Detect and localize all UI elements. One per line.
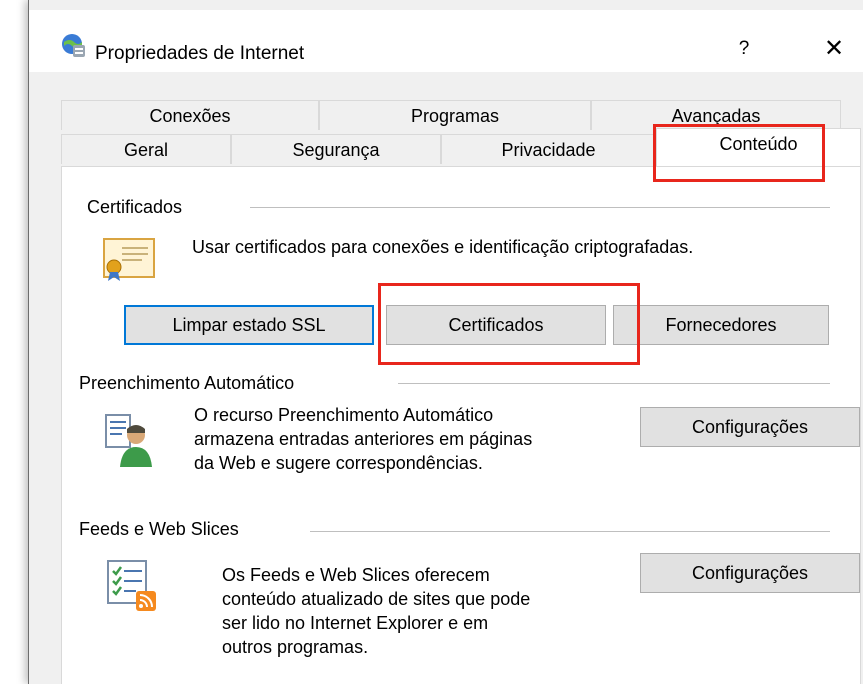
feeds-group-label: Feeds e Web Slices [79, 519, 239, 540]
title-bar: Propriedades de Internet ? ✕ [29, 10, 863, 72]
feeds-description-line-3: ser lido no Internet Explorer e em [222, 613, 489, 633]
autocomplete-description-line-1: O recurso Preenchimento Automático [194, 405, 494, 425]
internet-properties-dialog: Propriedades de Internet ? ✕ Conexões Pr… [28, 0, 863, 684]
highlight-tab-conteudo [653, 124, 825, 182]
autocomplete-group-divider [398, 383, 830, 384]
clear-ssl-state-button[interactable]: Limpar estado SSL [124, 305, 374, 345]
close-button[interactable]: ✕ [819, 34, 849, 64]
feeds-icon [107, 560, 156, 611]
help-button[interactable]: ? [729, 34, 759, 64]
certificates-group-label: Certificados [87, 197, 183, 218]
autocomplete-description-line-3: da Web e sugere correspondências. [194, 453, 483, 473]
feeds-group-divider [310, 531, 830, 532]
tab-programas[interactable]: Programas [319, 100, 591, 130]
publishers-button[interactable]: Fornecedores [613, 305, 829, 345]
content-panel: Certificados Usar certificados para cone… [61, 166, 861, 684]
certificate-icon [103, 238, 155, 281]
feeds-settings-button[interactable]: Configurações [640, 553, 860, 593]
certificates-description: Usar certificados para conexões e identi… [192, 237, 694, 257]
autocomplete-user-icon [105, 414, 152, 467]
tab-geral[interactable]: Geral [61, 134, 231, 164]
feeds-description-line-2: conteúdo atualizado de sites que pode [222, 589, 531, 609]
internet-options-icon [62, 34, 85, 57]
certificates-group-divider [250, 207, 830, 208]
highlight-certificates-button [378, 283, 640, 365]
autocomplete-description-line-2: armazena entradas anteriores em páginas [194, 429, 533, 449]
autocomplete-group-label: Preenchimento Automático [79, 373, 295, 394]
tab-conexoes[interactable]: Conexões [61, 100, 319, 130]
feeds-description-line-4: outros programas. [222, 637, 369, 657]
tab-seguranca[interactable]: Segurança [231, 134, 441, 164]
autocomplete-settings-button[interactable]: Configurações [640, 407, 860, 447]
tab-privacidade[interactable]: Privacidade [441, 134, 656, 164]
feeds-description-line-1: Os Feeds e Web Slices oferecem [222, 565, 490, 585]
window-title: Propriedades de Internet [95, 43, 305, 64]
